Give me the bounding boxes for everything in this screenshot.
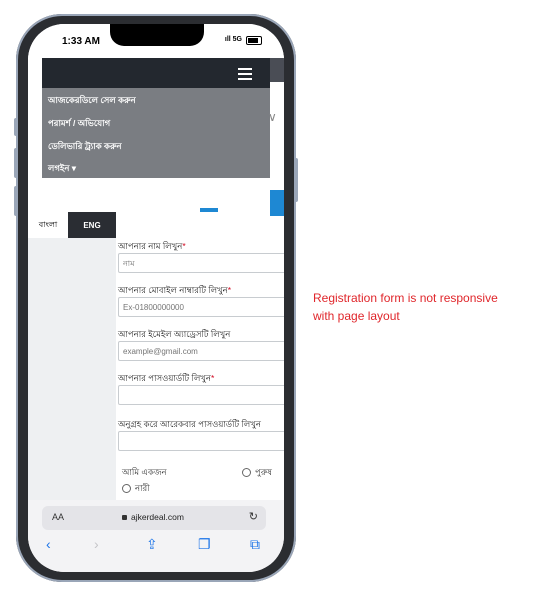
confirm-password-input[interactable] — [118, 431, 284, 451]
email-label: আপনার ইমেইল অ্যাড্রেসটি লিখুন — [118, 329, 231, 339]
phone-side-button — [14, 118, 18, 136]
mobile-input[interactable] — [118, 297, 284, 317]
lang-english-button[interactable]: ENG — [68, 212, 116, 238]
menu-item-feedback[interactable]: পরামর্শ / অভিযোগ — [48, 117, 110, 131]
password-label: আপনার পাসওয়ার্ডটি লিখুন* — [118, 373, 215, 383]
menu-item-track-delivery[interactable]: ডেলিভারি ট্র্যাক করুন — [48, 140, 122, 154]
web-page: আজকেরডিলে সেল করুন পরামর্শ / অভিযোগ ডেলি… — [28, 58, 284, 500]
address-bar[interactable]: AA ajkerdeal.com ↻ — [42, 506, 266, 530]
hamburger-icon[interactable] — [238, 68, 252, 83]
name-input[interactable] — [118, 253, 284, 273]
annotation-note: Registration form is not responsive with… — [313, 291, 498, 323]
lang-bangla-button[interactable]: বাংলা — [28, 212, 68, 238]
gender-option-female[interactable]: নারী — [122, 482, 150, 496]
url-text: ajkerdeal.com — [122, 512, 184, 522]
header-overflow — [270, 58, 284, 82]
confirm-password-label: অনুগ্রহ করে আরেকবার পাসওয়ার্ডটি লিখুন — [118, 419, 261, 429]
tab-indicator — [200, 208, 218, 212]
back-icon[interactable]: ‹ — [46, 536, 51, 552]
phone-volume-down — [14, 186, 18, 216]
gender-label: আমি একজন — [122, 467, 167, 477]
phone-power-button — [294, 158, 298, 202]
share-icon[interactable]: ⇪ — [146, 536, 158, 553]
menu-item-sell[interactable]: আজকেরডিলে সেল করুন — [48, 94, 136, 108]
nav-dropdown-menu: আজকেরডিলে সেল করুন পরামর্শ / অভিযোগ ডেলি… — [42, 88, 270, 178]
left-gutter — [28, 238, 116, 500]
radio-female[interactable] — [122, 484, 131, 494]
gender-option-male[interactable]: পুরুষ — [242, 466, 272, 480]
phone-volume-up — [14, 148, 18, 178]
battery-icon — [246, 36, 262, 45]
site-header — [42, 58, 270, 88]
mobile-label: আপনার মোবাইল নাম্বারটি লিখুন* — [118, 285, 232, 295]
tabs-icon[interactable]: ⧉ — [250, 536, 260, 553]
language-switcher: বাংলা ENG — [28, 212, 116, 238]
reload-icon[interactable]: ↻ — [249, 510, 258, 523]
signal-indicator: ıll 5G — [224, 36, 242, 43]
registration-form: আপনার নাম লিখুন* আপনার মোবাইল নাম্বারটি … — [116, 238, 284, 500]
password-input[interactable] — [118, 385, 284, 405]
phone-screen: 1:33 AM ıll 5G আজকেরডিলে সেল করুন পরামর্… — [28, 24, 284, 572]
lock-icon — [122, 515, 127, 521]
overflow-blue-banner — [270, 190, 284, 216]
status-time: 1:33 AM — [62, 36, 100, 47]
forward-icon[interactable]: › — [94, 536, 99, 552]
text-size-button[interactable]: AA — [52, 512, 64, 522]
radio-male[interactable] — [242, 468, 251, 478]
status-bar: 1:33 AM ıll 5G — [28, 24, 284, 62]
bookmarks-icon[interactable]: ❐ — [198, 536, 211, 553]
menu-item-login[interactable]: লগইন ▾ — [48, 162, 76, 176]
name-label: আপনার নাম লিখুন* — [118, 241, 186, 251]
chevron-down-icon: ∨ — [268, 110, 277, 124]
email-input[interactable] — [118, 341, 284, 361]
notch — [110, 24, 204, 46]
safari-toolbar: AA ajkerdeal.com ↻ ‹ › ⇪ ❐ ⧉ — [28, 500, 284, 572]
